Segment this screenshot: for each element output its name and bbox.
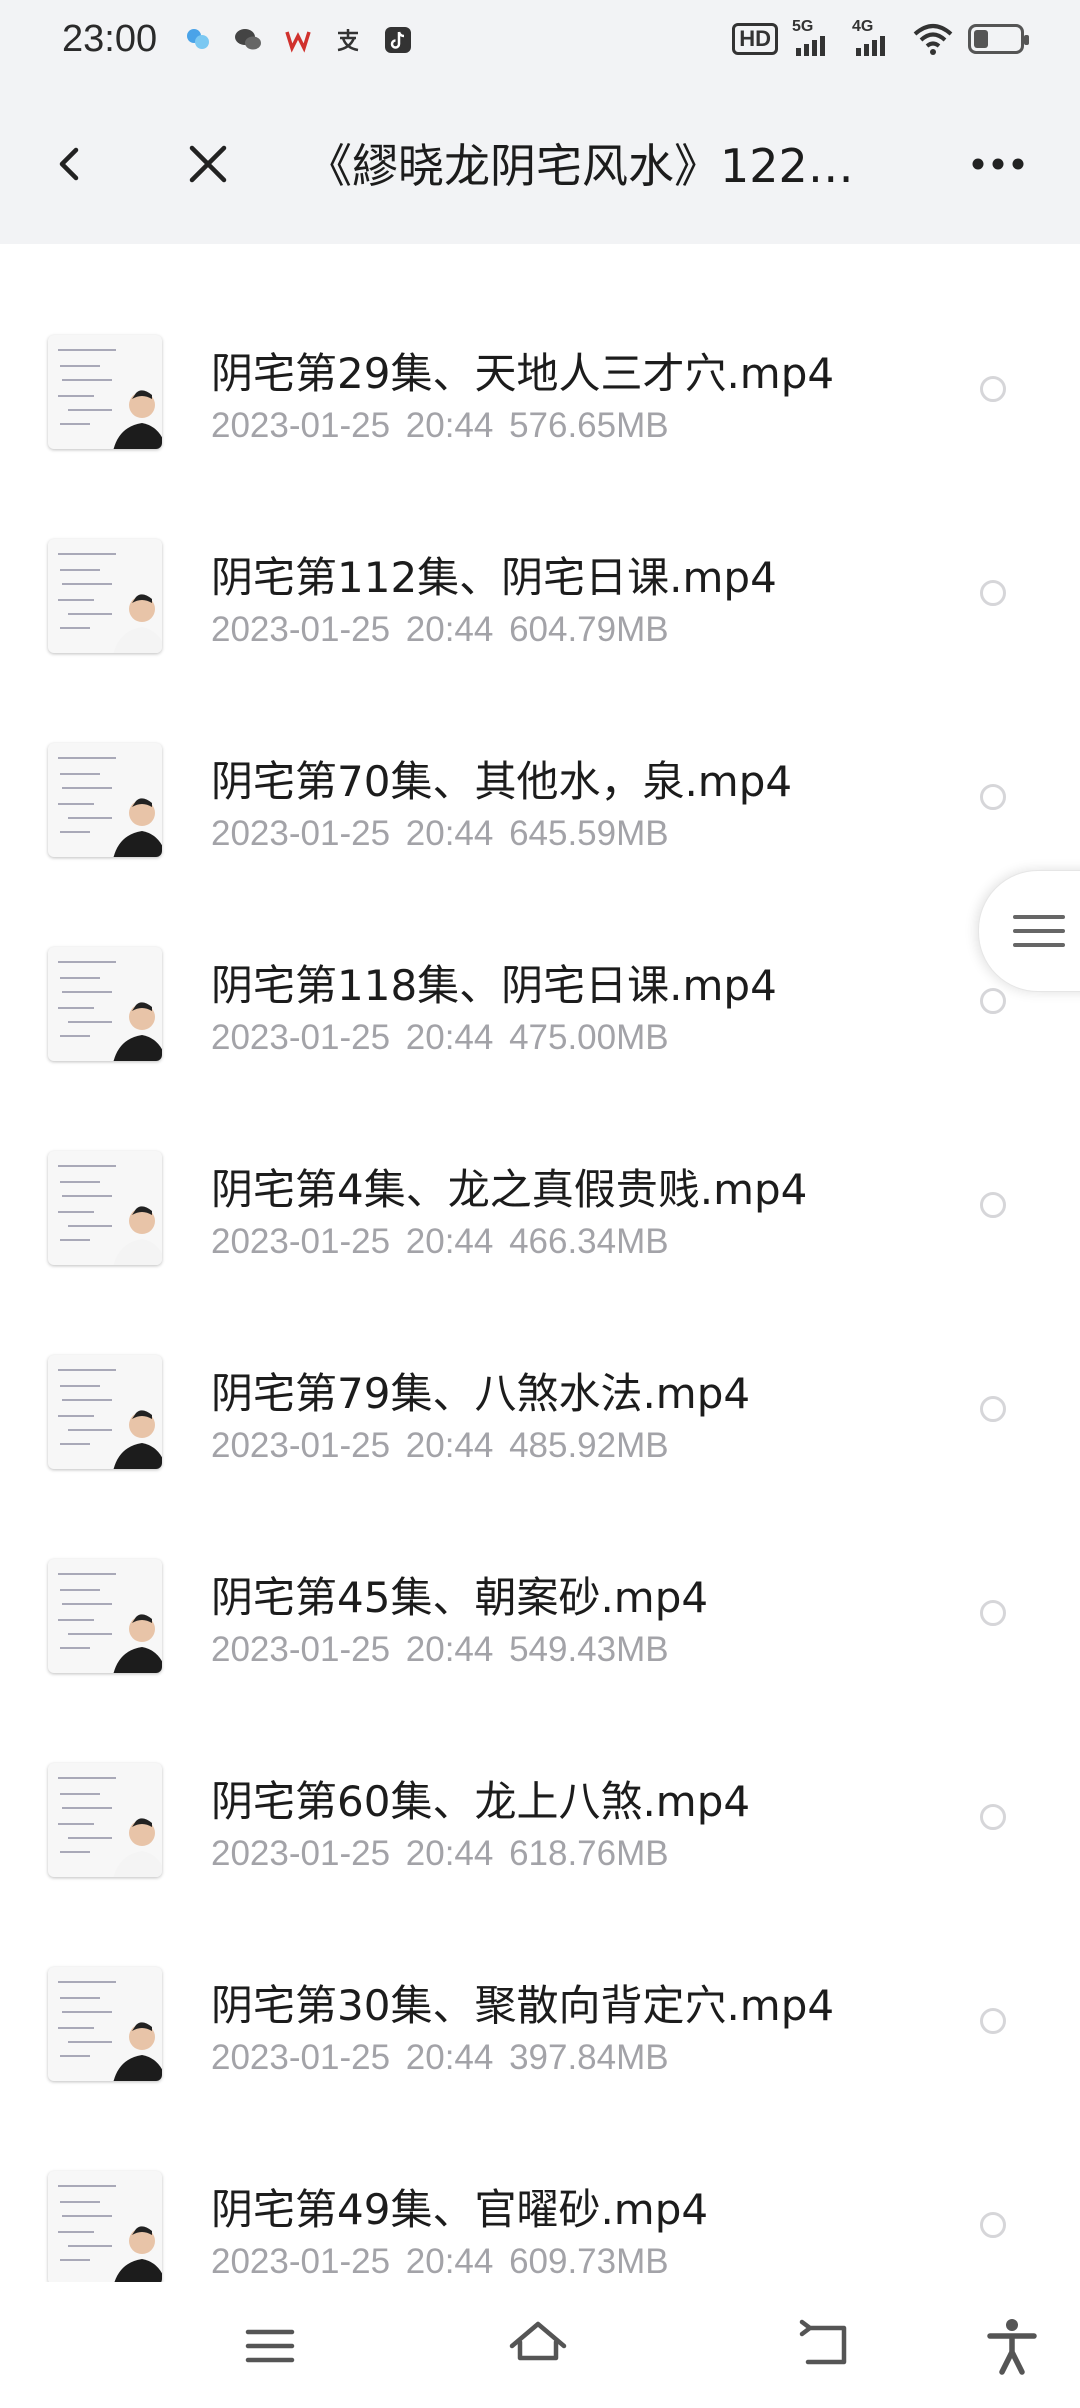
more-options-icon[interactable] bbox=[968, 146, 1028, 182]
file-name: 阴宅第60集、龙上八煞.mp4 bbox=[211, 1777, 751, 1826]
file-name: 阴宅第49集、官曜砂.mp4 bbox=[211, 2185, 709, 2234]
status-app-icons bbox=[182, 24, 414, 56]
status-bar: 23:00 HD 5G 4G bbox=[0, 0, 1080, 84]
signal-5g-icon: 5G bbox=[792, 18, 838, 56]
file-row[interactable]: 阴宅第118集、阴宅日课.mp4 2023-01-25 20:44 475.00M… bbox=[0, 856, 1080, 1061]
file-meta: 2023-01-25 20:44 609.73MB bbox=[211, 2242, 669, 2281]
file-name: 阴宅第45集、朝案砂.mp4 bbox=[211, 1573, 709, 1622]
select-radio[interactable] bbox=[980, 580, 1006, 606]
file-name: 阴宅第70集、其他水，泉.mp4 bbox=[211, 757, 793, 806]
video-thumbnail bbox=[48, 1355, 162, 1469]
nav-bar: 《繆晓龙阴宅风水》122… bbox=[0, 84, 1080, 244]
file-list: 阴宅第29集、天地人三才穴.mp4 2023-01-25 20:44 576.65… bbox=[0, 244, 1080, 2285]
menu-icon bbox=[1013, 913, 1065, 949]
wechat-icon bbox=[232, 24, 264, 56]
select-radio[interactable] bbox=[980, 1600, 1006, 1626]
select-radio[interactable] bbox=[980, 1396, 1006, 1422]
bluetooth-app-icon bbox=[182, 24, 214, 56]
menu-nav-icon[interactable] bbox=[240, 2316, 300, 2376]
file-name: 阴宅第118集、阴宅日课.mp4 bbox=[211, 961, 777, 1010]
file-row[interactable]: 阴宅第79集、八煞水法.mp4 2023-01-25 20:44 485.92MB bbox=[0, 1264, 1080, 1469]
video-thumbnail bbox=[48, 743, 162, 857]
system-nav-bar bbox=[0, 2282, 1080, 2408]
wps-icon bbox=[282, 24, 314, 56]
close-icon[interactable] bbox=[180, 136, 236, 192]
video-thumbnail bbox=[48, 1763, 162, 1877]
wifi-icon bbox=[912, 22, 954, 56]
file-name: 阴宅第112集、阴宅日课.mp4 bbox=[211, 553, 777, 602]
file-row[interactable]: 阴宅第112集、阴宅日课.mp4 2023-01-25 20:44 604.79M… bbox=[0, 448, 1080, 653]
file-row[interactable]: 阴宅第45集、朝案砂.mp4 2023-01-25 20:44 549.43MB bbox=[0, 1468, 1080, 1673]
file-meta: 2023-01-25 20:44 485.92MB bbox=[211, 1426, 669, 1465]
file-row[interactable]: 阴宅第29集、天地人三才穴.mp4 2023-01-25 20:44 576.65… bbox=[0, 244, 1080, 449]
select-radio[interactable] bbox=[980, 784, 1006, 810]
file-row[interactable]: 阴宅第70集、其他水，泉.mp4 2023-01-25 20:44 645.59M… bbox=[0, 652, 1080, 857]
accessibility-icon[interactable] bbox=[982, 2316, 1042, 2376]
file-row[interactable]: 阴宅第30集、聚散向背定穴.mp4 2023-01-25 20:44 397.84… bbox=[0, 1876, 1080, 2081]
select-radio[interactable] bbox=[980, 2212, 1006, 2238]
select-radio[interactable] bbox=[980, 376, 1006, 402]
video-thumbnail bbox=[48, 1151, 162, 1265]
back-icon[interactable] bbox=[44, 136, 100, 192]
video-thumbnail bbox=[48, 335, 162, 449]
file-meta: 2023-01-25 20:44 475.00MB bbox=[211, 1018, 669, 1057]
select-radio[interactable] bbox=[980, 1192, 1006, 1218]
home-icon[interactable] bbox=[508, 2316, 568, 2376]
video-thumbnail bbox=[48, 1967, 162, 2081]
video-thumbnail bbox=[48, 1559, 162, 1673]
file-meta: 2023-01-25 20:44 645.59MB bbox=[211, 814, 669, 853]
file-meta: 2023-01-25 20:44 604.79MB bbox=[211, 610, 669, 649]
video-thumbnail bbox=[48, 947, 162, 1061]
signal-4g-icon: 4G bbox=[852, 18, 898, 56]
battery-icon bbox=[968, 24, 1029, 54]
page-title: 《繆晓龙阴宅风水》122… bbox=[306, 139, 854, 193]
file-meta: 2023-01-25 20:44 466.34MB bbox=[211, 1222, 669, 1261]
file-row[interactable]: 阴宅第4集、龙之真假贵贱.mp4 2023-01-25 20:44 466.34M… bbox=[0, 1060, 1080, 1265]
video-thumbnail bbox=[48, 2171, 162, 2285]
file-meta: 2023-01-25 20:44 576.65MB bbox=[211, 406, 669, 445]
alipay-icon bbox=[332, 24, 364, 56]
select-radio[interactable] bbox=[980, 988, 1006, 1014]
back-nav-icon[interactable] bbox=[796, 2316, 856, 2376]
hd-badge: HD bbox=[732, 23, 778, 55]
select-radio[interactable] bbox=[980, 2008, 1006, 2034]
file-meta: 2023-01-25 20:44 549.43MB bbox=[211, 1630, 669, 1669]
tiktok-icon bbox=[382, 24, 414, 56]
file-name: 阴宅第30集、聚散向背定穴.mp4 bbox=[211, 1981, 835, 2030]
file-name: 阴宅第29集、天地人三才穴.mp4 bbox=[211, 349, 835, 398]
status-right-indicators: HD 5G 4G bbox=[732, 18, 1029, 56]
file-meta: 2023-01-25 20:44 397.84MB bbox=[211, 2038, 669, 2077]
file-row[interactable]: 阴宅第60集、龙上八煞.mp4 2023-01-25 20:44 618.76MB bbox=[0, 1672, 1080, 1877]
select-radio[interactable] bbox=[980, 1804, 1006, 1830]
file-name: 阴宅第79集、八煞水法.mp4 bbox=[211, 1369, 751, 1418]
video-thumbnail bbox=[48, 539, 162, 653]
sim2-network: 4G bbox=[852, 18, 874, 35]
file-name: 阴宅第4集、龙之真假贵贱.mp4 bbox=[211, 1165, 808, 1214]
sim1-network: 5G bbox=[792, 18, 814, 35]
file-meta: 2023-01-25 20:44 618.76MB bbox=[211, 1834, 669, 1873]
file-row[interactable]: 阴宅第49集、官曜砂.mp4 2023-01-25 20:44 609.73MB bbox=[0, 2080, 1080, 2285]
status-time: 23:00 bbox=[62, 18, 158, 60]
